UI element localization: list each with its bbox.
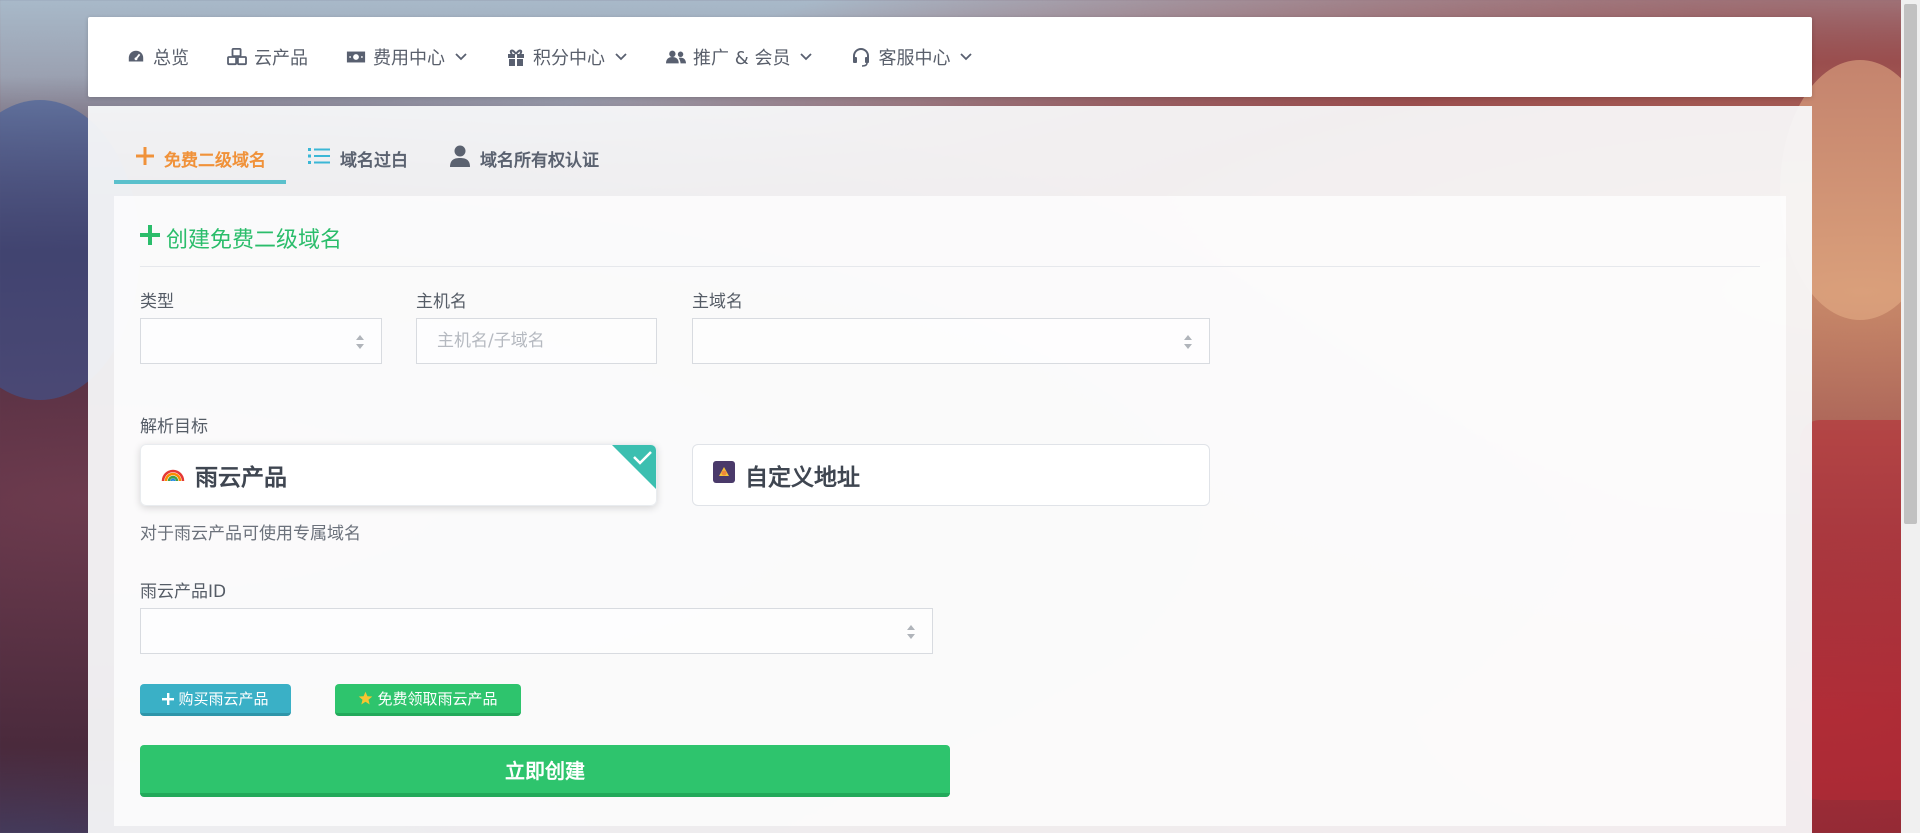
select-arrows-icon [907,625,915,639]
main-domain-label: 主域名 [692,292,743,312]
scrollbar-thumb[interactable] [1904,4,1917,524]
tab-domain-whitelist[interactable]: 域名过白 [286,136,428,180]
host-input[interactable] [435,330,656,352]
type-label: 类型 [140,292,174,312]
custom-address-icon [713,461,735,489]
plus-icon [162,692,175,705]
target-option-rainyun-product[interactable]: 雨云产品 [140,444,657,506]
product-id-label: 雨云产品ID [140,582,227,602]
chevron-down-icon [799,50,813,64]
plus-icon [136,146,154,170]
cubes-icon [227,47,247,67]
dashboard-icon [126,47,146,67]
tab-domain-ownership[interactable]: 域名所有权认证 [428,136,619,180]
users-icon [666,47,686,67]
target-hint: 对于雨云产品可使用专属域名 [140,524,361,544]
user-icon [450,145,470,172]
nav-item-label: 云产品 [254,48,308,69]
nav-item-overview[interactable]: 总览 [126,44,189,70]
nav-item-label: 积分中心 [533,48,605,69]
nav-item-points[interactable]: 积分中心 [506,44,628,70]
main-domain-select[interactable] [692,318,1210,364]
rainbow-icon [161,461,185,489]
headset-icon [851,47,871,67]
nav-item-label: 推广 & 会员 [693,48,791,69]
create-now-button-label: 立即创建 [505,758,585,783]
money-bill-icon [346,47,366,67]
nav-item-support[interactable]: 客服中心 [851,44,973,70]
selected-check-icon [612,445,656,489]
target-option-label: 雨云产品 [195,465,287,491]
nav-item-label: 费用中心 [373,48,445,69]
tab-label: 免费二级域名 [164,150,266,171]
star-icon [359,691,373,705]
nav-item-cloud-products[interactable]: 云产品 [227,44,308,70]
target-option-custom-address[interactable]: 自定义地址 [692,444,1210,506]
tab-bar: 免费二级域名 域名过白 域名所有权认证 [114,136,619,184]
chevron-down-icon [614,50,628,64]
nav-item-label: 客服中心 [878,48,951,69]
create-now-button[interactable]: 立即创建 [140,745,950,797]
plus-icon [140,225,160,251]
tab-label: 域名所有权认证 [480,150,599,171]
card-title-text: 创建免费二级域名 [166,228,343,253]
chevron-down-icon [454,50,468,64]
tab-label: 域名过白 [340,150,408,171]
list-icon [308,147,330,170]
page-scrollbar[interactable] [1901,0,1920,833]
buy-product-button[interactable]: 购买雨云产品 [140,684,291,716]
card-title: 创建免费二级域名 [140,222,342,254]
select-arrows-icon [1184,335,1192,349]
target-option-label: 自定义地址 [745,465,860,491]
main-panel: 免费二级域名 域名过白 域名所有权认证 创建免费二级域名 类型 主机名 主域名 [88,106,1812,833]
host-label: 主机名 [416,292,467,312]
nav-item-promotion[interactable]: 推广 & 会员 [666,44,813,70]
product-id-select[interactable] [140,608,933,654]
target-label: 解析目标 [140,417,208,437]
tab-free-subdomain[interactable]: 免费二级域名 [114,136,286,184]
top-navigation-bar: 总览 云产品 费用中心 积分中心 推广 & 会员 客服中心 [88,17,1812,97]
chevron-down-icon [959,50,973,64]
nav-item-label: 总览 [153,48,189,69]
select-arrows-icon [356,335,364,349]
free-product-button-label: 免费领取雨云产品 [377,690,498,708]
host-input-wrapper [416,318,657,364]
create-subdomain-card: 创建免费二级域名 类型 主机名 主域名 解析目标 [114,196,1786,826]
gift-icon [506,47,526,67]
divider [140,266,1760,267]
type-select[interactable] [140,318,382,364]
buy-product-button-label: 购买雨云产品 [178,690,269,708]
nav-item-billing[interactable]: 费用中心 [346,44,468,70]
free-product-button[interactable]: 免费领取雨云产品 [335,684,521,716]
